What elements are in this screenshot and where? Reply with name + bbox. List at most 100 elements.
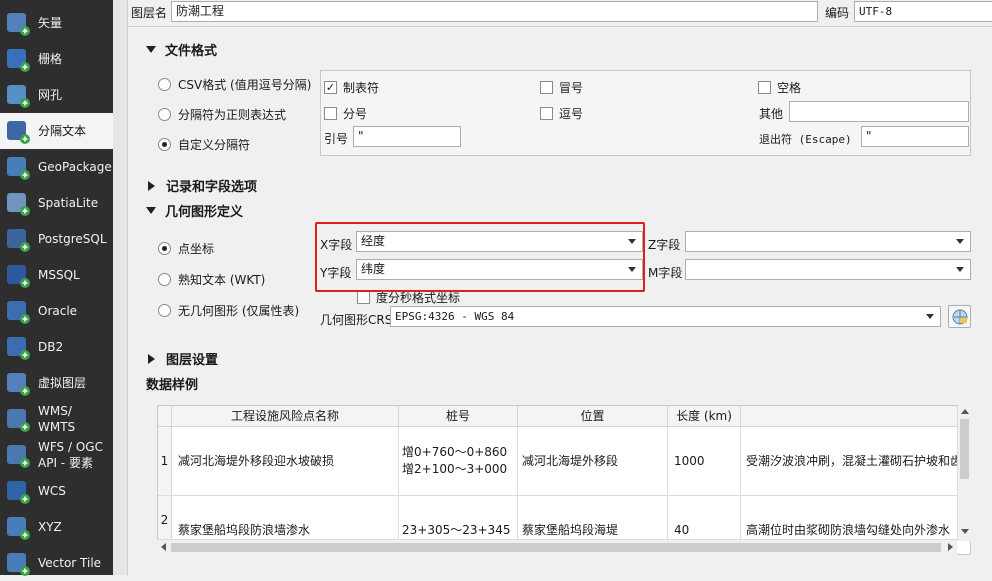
row-number[interactable]: 1 xyxy=(158,427,172,495)
semicolon-label: 分号 xyxy=(343,107,368,121)
point-label: 点坐标 xyxy=(178,242,215,256)
colon-label: 冒号 xyxy=(559,81,584,95)
layer-settings-title: 图层设置 xyxy=(166,353,219,368)
scroll-down-icon[interactable] xyxy=(961,529,969,534)
space-checkbox[interactable]: 空格 xyxy=(758,79,801,96)
quote-label: 引号 xyxy=(324,132,349,146)
collapse-icon xyxy=(146,46,156,53)
scroll-left-icon[interactable] xyxy=(161,543,166,551)
sidebar-item[interactable]: PostgreSQL xyxy=(0,221,113,257)
wkt-label: 熟知文本 (WKT) xyxy=(178,273,266,287)
sidebar-item[interactable]: MSSQL xyxy=(0,257,113,293)
csv-radio[interactable]: CSV格式 (值用逗号分隔) xyxy=(158,76,311,93)
delimited-text-icon xyxy=(5,118,31,144)
sidebar-item-label: WCS xyxy=(38,484,66,498)
sidebar-item[interactable]: Oracle xyxy=(0,293,113,329)
grid-line xyxy=(158,495,970,496)
sidebar-item-label: 矢量 xyxy=(38,16,63,30)
chevron-down-icon xyxy=(956,267,964,272)
sidebar-item[interactable]: 栅格 xyxy=(0,41,113,77)
geometry-title: 几何图形定义 xyxy=(165,205,244,220)
sample-data-table: 工程设施风险点名称 桩号 位置 长度 (km) 1 减河北海堤外移段迎水坡破损 … xyxy=(157,405,971,555)
sidebar-item[interactable]: SpatiaLite xyxy=(0,185,113,221)
sidebar-item[interactable]: 虚拟图层 xyxy=(0,365,113,401)
other-label: 其他 xyxy=(759,107,784,121)
grid-line xyxy=(398,427,399,547)
column-header[interactable]: 工程设施风险点名称 xyxy=(172,406,399,427)
sidebar-item[interactable]: 网孔 xyxy=(0,77,113,113)
other-delimiter-input[interactable] xyxy=(789,101,969,122)
custom-delimiter-radio[interactable]: 自定义分隔符 xyxy=(158,136,250,153)
collapse-icon xyxy=(146,207,156,214)
encoding-label: 编码 xyxy=(825,6,850,20)
table-cell: 增2+100～3+000 xyxy=(402,462,508,476)
no-geometry-radio[interactable]: 无几何图形 (仅属性表) xyxy=(158,302,299,319)
table-horizontal-scrollbar[interactable] xyxy=(157,539,957,555)
scroll-thumb[interactable] xyxy=(171,543,941,552)
tab-checkbox[interactable]: ✓ 制表符 xyxy=(324,79,379,96)
globe-icon xyxy=(952,309,968,325)
sidebar-item-label: WMS/ WMTS xyxy=(38,404,76,434)
sidebar-item-label: PostgreSQL xyxy=(38,232,107,246)
column-header[interactable]: 长度 (km) xyxy=(668,406,741,427)
sidebar-item-label: 栅格 xyxy=(38,52,63,66)
semicolon-checkbox[interactable]: 分号 xyxy=(324,105,367,122)
sidebar-item[interactable]: WCS xyxy=(0,473,113,509)
sidebar-item-label: 网孔 xyxy=(38,88,63,102)
quote-input[interactable]: " xyxy=(353,126,461,147)
encoding-select[interactable]: UTF-8 xyxy=(854,1,992,22)
corner-header xyxy=(158,406,172,427)
sidebar-item-label: SpatiaLite xyxy=(38,196,99,210)
escape-input[interactable]: " xyxy=(861,126,969,147)
sidebar-splitter[interactable] xyxy=(113,0,128,575)
m-field-select[interactable] xyxy=(685,259,971,280)
z-field-select[interactable] xyxy=(685,231,971,252)
mesh-icon xyxy=(5,82,31,108)
sidebar-item-label: Vector Tile xyxy=(38,556,102,570)
table-cell: 高潮位时由浆砌防浪墙勾缝处向外渗水 xyxy=(746,523,951,537)
sidebar-item[interactable]: 矢量 xyxy=(0,5,113,41)
column-header[interactable]: 桩号 xyxy=(399,406,518,427)
table-vertical-scrollbar[interactable] xyxy=(957,405,971,541)
comma-checkbox[interactable]: 逗号 xyxy=(540,105,583,122)
point-coords-radio[interactable]: 点坐标 xyxy=(158,240,214,257)
z-field-label: Z字段 xyxy=(648,238,681,252)
comma-label: 逗号 xyxy=(559,107,584,121)
xyz-icon xyxy=(5,514,31,540)
checkbox-icon xyxy=(540,107,553,120)
sample-data-title: 数据样例 xyxy=(146,378,199,393)
file-format-header[interactable]: 文件格式 xyxy=(146,40,217,59)
colon-checkbox[interactable]: 冒号 xyxy=(540,79,583,96)
sidebar-item[interactable]: WMS/ WMTS xyxy=(0,401,113,437)
wkt-radio[interactable]: 熟知文本 (WKT) xyxy=(158,271,265,288)
vector-tile-icon xyxy=(5,550,31,576)
sidebar-item[interactable]: Vector Tile xyxy=(0,545,113,581)
layer-settings-header[interactable]: 图层设置 xyxy=(146,349,218,368)
sidebar-item[interactable]: DB2 xyxy=(0,329,113,365)
records-fields-header[interactable]: 记录和字段选项 xyxy=(146,176,257,195)
scroll-thumb[interactable] xyxy=(960,419,969,479)
regex-radio[interactable]: 分隔符为正则表达式 xyxy=(158,106,286,123)
sidebar-item-label: WFS / OGC API - 要素 xyxy=(38,440,103,470)
sidebar-item[interactable]: WFS / OGC API - 要素 xyxy=(0,437,113,473)
no-geometry-label: 无几何图形 (仅属性表) xyxy=(178,304,300,318)
column-header-extra[interactable] xyxy=(741,406,970,427)
geometry-header[interactable]: 几何图形定义 xyxy=(146,201,243,220)
scroll-up-icon[interactable] xyxy=(961,409,969,414)
checkbox-icon xyxy=(324,107,337,120)
sidebar-item[interactable]: XYZ xyxy=(0,509,113,545)
records-title: 记录和字段选项 xyxy=(166,180,258,195)
column-header[interactable]: 位置 xyxy=(518,406,668,427)
scroll-right-icon[interactable] xyxy=(948,543,953,551)
sidebar-item[interactable]: GeoPackage xyxy=(0,149,113,185)
crs-value: EPSG:4326 - WGS 84 xyxy=(395,310,515,323)
checkbox-icon xyxy=(758,81,771,94)
file-format-title: 文件格式 xyxy=(165,44,218,59)
crs-select[interactable]: EPSG:4326 - WGS 84 xyxy=(390,306,941,327)
crs-selector-button[interactable] xyxy=(948,305,971,328)
table-cell: 减河北海堤外移段 xyxy=(522,454,619,468)
grid-line xyxy=(517,427,518,547)
layer-name-input[interactable]: 防潮工程 xyxy=(171,1,818,22)
sidebar-item[interactable]: 分隔文本 xyxy=(0,113,113,149)
vector-icon xyxy=(5,10,31,36)
